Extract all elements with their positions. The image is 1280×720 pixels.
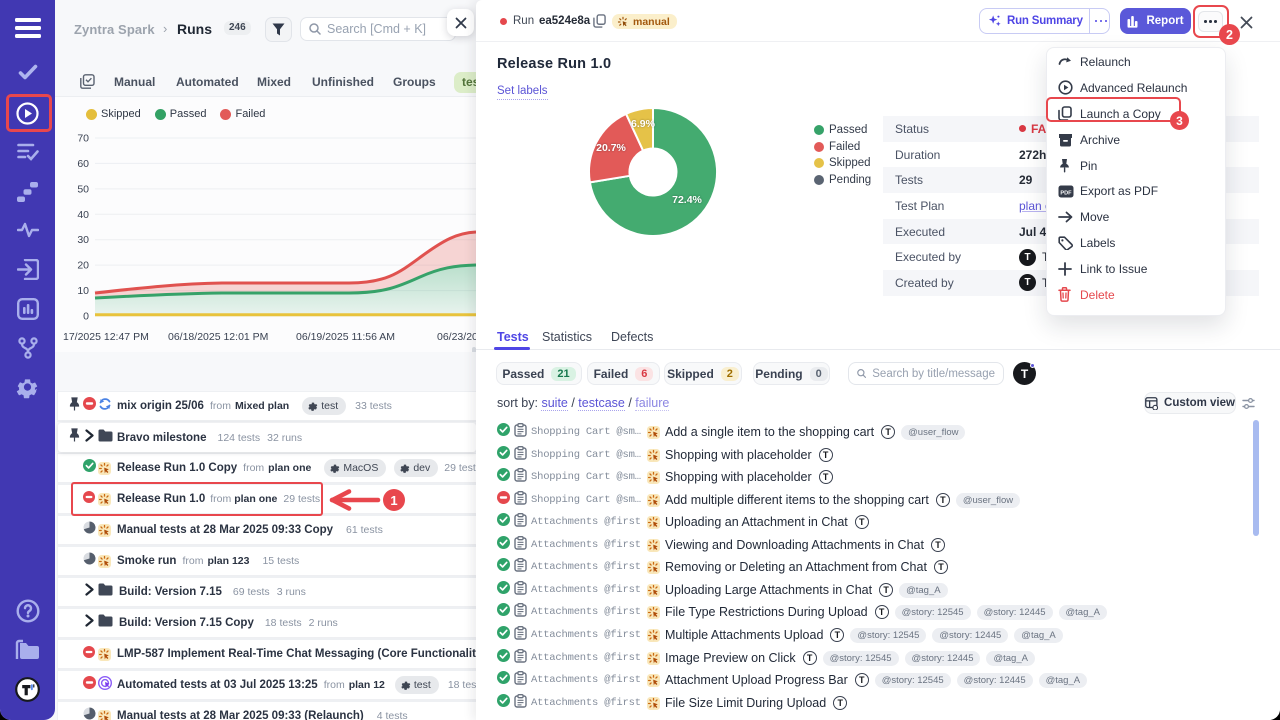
svg-text:60: 60 [77, 158, 89, 170]
svg-text:0: 0 [83, 311, 89, 323]
svg-text:10: 10 [77, 285, 89, 297]
svg-text:PDF: PDF [1060, 190, 1072, 196]
svg-text:70: 70 [77, 133, 89, 145]
svg-text:72.4%: 72.4% [672, 194, 702, 206]
svg-text:50: 50 [77, 183, 89, 195]
svg-text:30: 30 [77, 234, 89, 246]
svg-text:20.7%: 20.7% [596, 142, 626, 154]
svg-text:40: 40 [77, 209, 89, 221]
svg-text:20: 20 [77, 260, 89, 272]
svg-text:6.9%: 6.9% [631, 118, 656, 130]
